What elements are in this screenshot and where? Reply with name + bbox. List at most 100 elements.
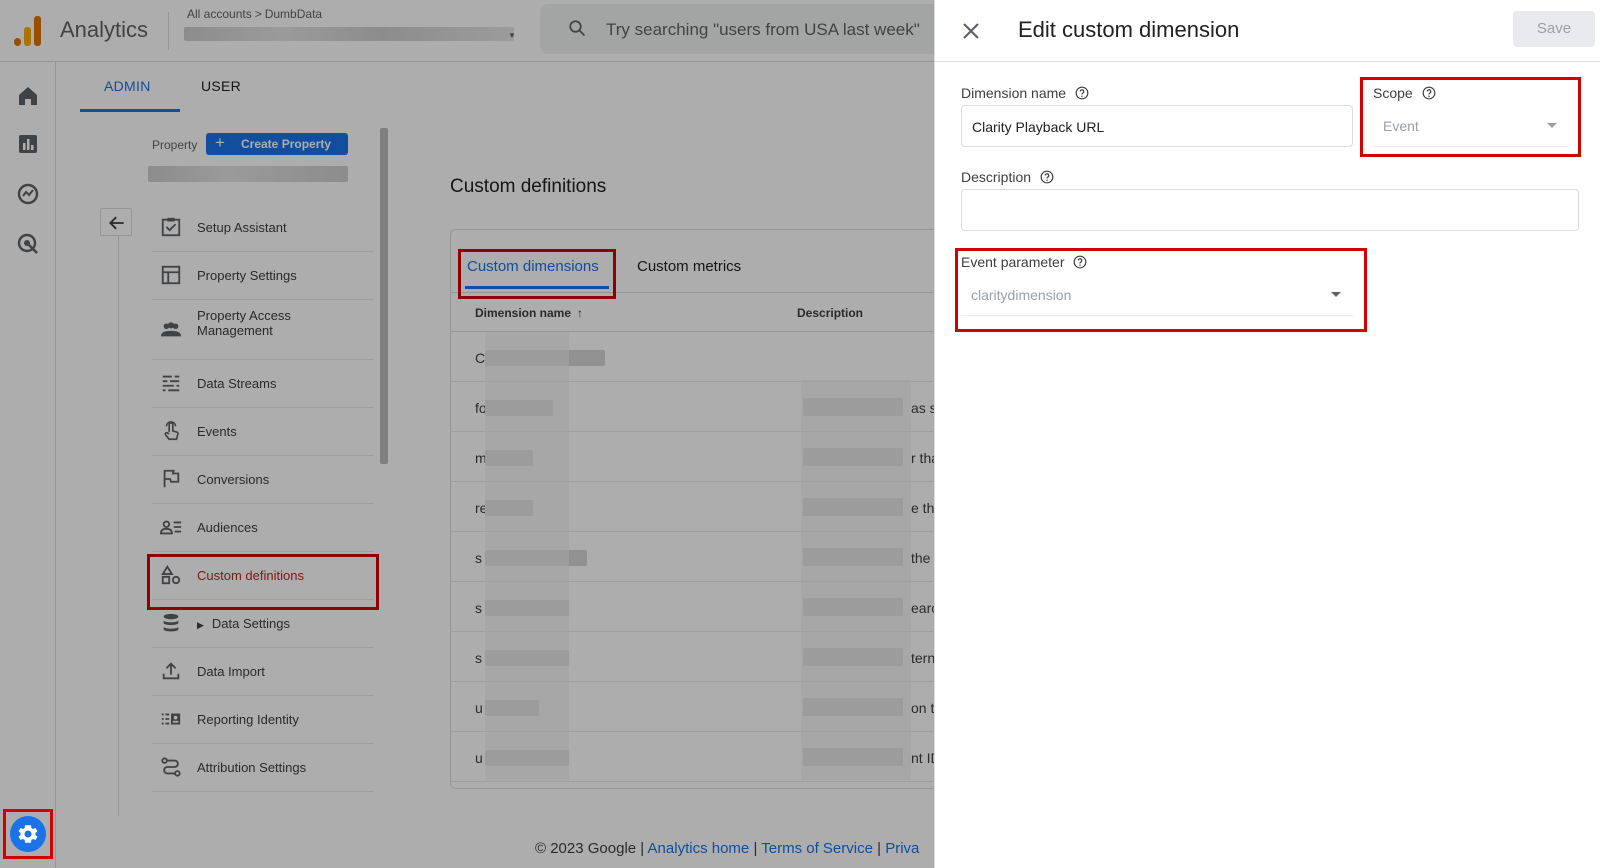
- dimension-name-field[interactable]: Clarity Playback URL: [961, 105, 1353, 147]
- create-property-label: Create Property: [241, 137, 332, 151]
- description-field[interactable]: [961, 189, 1579, 231]
- search-bar[interactable]: Try searching "users from USA last week": [540, 4, 960, 54]
- breadcrumb[interactable]: All accounts > DumbData: [187, 7, 322, 21]
- nav-custom-definitions[interactable]: Custom definitions: [152, 552, 374, 600]
- event-parameter-value: claritydimension: [971, 287, 1072, 303]
- nav-label: ▶ Data Settings: [197, 616, 290, 633]
- explore-icon[interactable]: [16, 182, 40, 206]
- nav-label: Custom definitions: [197, 568, 304, 583]
- tab-custom-metrics[interactable]: Custom metrics: [637, 258, 741, 275]
- touch-icon: [164, 421, 179, 441]
- upload-icon: [162, 662, 180, 680]
- nav-label: Data Import: [197, 664, 265, 679]
- breadcrumb-account[interactable]: DumbData: [265, 7, 322, 21]
- advertising-icon[interactable]: [16, 232, 40, 256]
- arrow-left-icon: [109, 216, 124, 230]
- sort-up-icon[interactable]: ↑: [577, 306, 583, 320]
- property-label: Property: [152, 138, 198, 152]
- row-desc: e th: [911, 500, 935, 516]
- nav-property-access-management[interactable]: Property Access Management: [152, 300, 374, 360]
- privacy-link[interactable]: Priva: [885, 840, 919, 857]
- breadcrumb-all-accounts[interactable]: All accounts: [187, 7, 252, 21]
- row-desc: as s: [911, 400, 937, 416]
- nav-conversions[interactable]: Conversions: [152, 456, 374, 504]
- nav-label: Conversions: [197, 472, 270, 487]
- help-icon[interactable]: [1040, 170, 1054, 184]
- tab-admin-underline: [80, 109, 180, 112]
- admin-settings-button[interactable]: [10, 816, 46, 852]
- nav-data-settings[interactable]: ▶ Data Settings: [152, 600, 374, 648]
- blur-overlay: [485, 332, 569, 782]
- nav-reporting-identity[interactable]: Reporting Identity: [152, 696, 374, 744]
- column-dimension-name-label: Dimension name: [475, 306, 572, 320]
- back-button[interactable]: [100, 208, 132, 236]
- event-parameter-label: Event parameter: [961, 254, 1087, 270]
- home-icon[interactable]: [16, 84, 40, 108]
- tab-admin[interactable]: ADMIN: [104, 78, 151, 94]
- search-icon: [569, 20, 586, 37]
- scope-select[interactable]: Event: [1373, 105, 1569, 147]
- footer-separator: |: [753, 840, 758, 857]
- description-label: Description: [961, 169, 1054, 185]
- nav-label: Property Settings: [197, 268, 297, 283]
- row-name: u: [475, 700, 483, 716]
- event-parameter-select[interactable]: claritydimension: [961, 274, 1353, 316]
- account-selector-blurred[interactable]: [184, 27, 514, 41]
- scope-label-text: Scope: [1373, 85, 1413, 101]
- panel-header: Edit custom dimension Save: [935, 0, 1600, 62]
- terms-link[interactable]: Terms of Service: [761, 840, 873, 857]
- database-icon: [163, 613, 179, 632]
- help-icon[interactable]: [1422, 86, 1436, 100]
- tab-user[interactable]: USER: [201, 78, 241, 94]
- nav-data-streams[interactable]: Data Streams: [152, 360, 374, 408]
- flag-icon: [163, 469, 180, 488]
- analytics-logo: [14, 14, 42, 46]
- property-settings-icon: [161, 265, 181, 285]
- column-description[interactable]: Description: [797, 306, 863, 320]
- nav-attribution-settings[interactable]: Attribution Settings: [152, 744, 374, 792]
- dimension-name-value: Clarity Playback URL: [972, 119, 1105, 135]
- nav-divider: [118, 236, 119, 816]
- title-divider: [168, 12, 169, 50]
- nav-events[interactable]: Events: [152, 408, 374, 456]
- nav-label: Events: [197, 424, 237, 439]
- page-title: Custom definitions: [450, 176, 607, 197]
- create-property-button[interactable]: + Create Property: [206, 133, 348, 155]
- account-caret-icon[interactable]: ▼: [508, 31, 516, 40]
- nav-data-import[interactable]: Data Import: [152, 648, 374, 696]
- save-button[interactable]: Save: [1513, 11, 1595, 47]
- expand-arrow-icon[interactable]: ▶: [197, 620, 204, 630]
- analytics-home-link[interactable]: Analytics home: [648, 840, 750, 857]
- help-icon[interactable]: [1073, 255, 1087, 269]
- breadcrumb-separator: >: [254, 7, 262, 21]
- property-selector-blurred[interactable]: [148, 166, 348, 182]
- nav-setup-assistant[interactable]: Setup Assistant: [152, 204, 374, 252]
- help-icon[interactable]: [1075, 86, 1089, 100]
- footer: © 2023 Google | Analytics home | Terms o…: [535, 840, 919, 857]
- row-name: u: [475, 750, 483, 766]
- search-placeholder: Try searching "users from USA last week": [606, 20, 920, 39]
- nav-label: Audiences: [197, 520, 258, 535]
- description-label-text: Description: [961, 169, 1032, 185]
- tab-underline: [465, 286, 609, 289]
- column-dimension-name[interactable]: Dimension name ↑: [475, 306, 583, 320]
- scope-value: Event: [1383, 118, 1419, 134]
- tab-custom-dimensions[interactable]: Custom dimensions: [467, 258, 599, 275]
- shapes-icon: [161, 565, 181, 585]
- plus-icon: +: [215, 133, 225, 152]
- data-streams-icon: [162, 375, 180, 392]
- attribution-icon: [161, 757, 181, 777]
- chevron-down-icon: [1547, 123, 1557, 128]
- nav-label: Reporting Identity: [197, 712, 299, 727]
- nav-audiences[interactable]: Audiences: [152, 504, 374, 552]
- reports-icon[interactable]: [16, 132, 40, 156]
- row-name: C: [475, 350, 486, 366]
- nav-scrollbar[interactable]: [380, 128, 388, 464]
- close-icon[interactable]: [959, 19, 983, 43]
- nav-property-settings[interactable]: Property Settings: [152, 252, 374, 300]
- scope-label: Scope: [1373, 85, 1436, 101]
- dimension-name-label: Dimension name: [961, 85, 1089, 101]
- custom-definitions-card: Custom dimensions Custom metrics Dimensi…: [450, 229, 950, 789]
- event-parameter-label-text: Event parameter: [961, 254, 1065, 270]
- nav-label: Attribution Settings: [197, 760, 307, 775]
